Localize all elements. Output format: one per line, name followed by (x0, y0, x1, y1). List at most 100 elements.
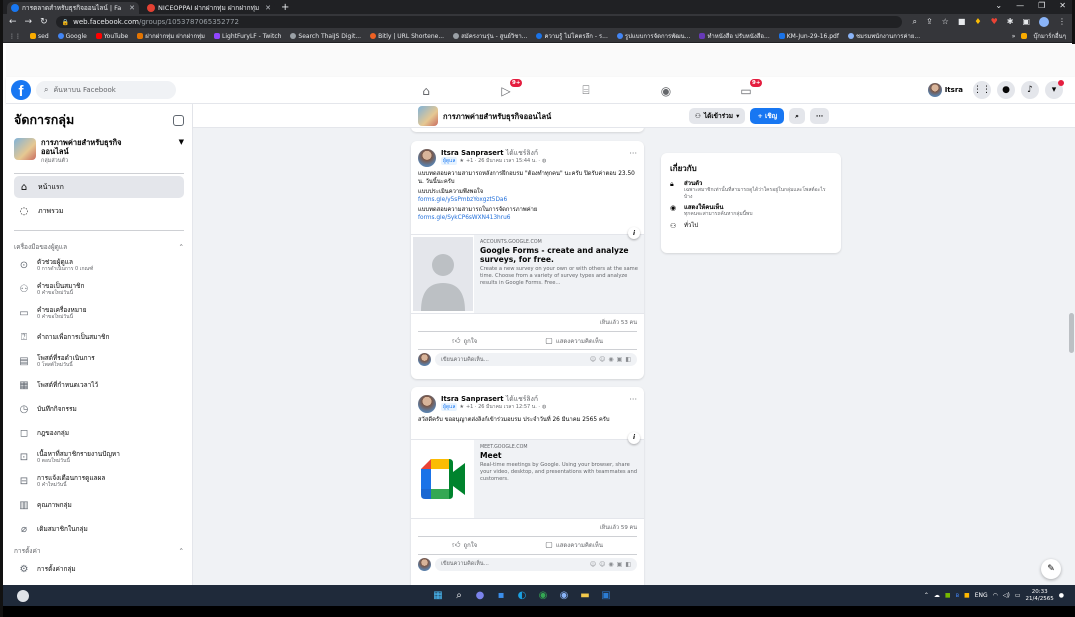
browser-tab-active[interactable]: การตลาดสำหรับธุรกิจออนไลน์ | Fa ✕ (7, 2, 139, 14)
post-timestamp[interactable]: +1 · 26 มีนาคม เวลา 12:57 น. · (466, 403, 540, 411)
post-link[interactable]: forms.gle/y5sPmbzYoxgzt5Da6 (418, 197, 637, 205)
nvidia-icon[interactable]: ■ (945, 592, 951, 599)
new-tab-button[interactable]: + (281, 2, 289, 13)
lock-icon[interactable]: 🔒 (62, 19, 69, 26)
caret-down-icon[interactable]: ▼ (179, 138, 184, 146)
language-indicator[interactable]: ENG (975, 592, 988, 599)
group-thumbnail[interactable] (418, 106, 438, 126)
cloud-icon[interactable]: ☁ (934, 592, 940, 599)
edge-icon[interactable]: ◐ (515, 589, 529, 603)
profile-avatar[interactable] (1039, 17, 1049, 27)
like-button[interactable]: 👍︎ ถูกใจ (452, 336, 477, 346)
bookmark[interactable]: สมัครงานรุ่น - สูนย์วิชา... (453, 31, 527, 41)
sidebar-item-member-reports[interactable]: ⊡ เนื้อหาที่สมาชิกรายงานปัญหา 0 ตอบใหม่วัน… (14, 445, 184, 469)
apps-icon[interactable]: ⋮⋮ (9, 33, 21, 40)
settings-header[interactable]: การตั้งค่า ⌃ (14, 545, 184, 557)
marketplace-tab[interactable]: ⌸ (546, 77, 626, 104)
post-timestamp[interactable]: +1 · 26 มีนาคม เวลา 15:44 น. · (466, 157, 540, 165)
info-icon[interactable]: i (628, 431, 640, 444)
post-author[interactable]: Itsra Sanprasert (441, 149, 504, 157)
browser-tab-inactive[interactable]: NICEOPPAI ฝากฝากทุ่ม ฝากฝากทุ่ม ✕ (143, 2, 275, 14)
sidepanel-icon[interactable]: ▣ (1022, 17, 1030, 27)
chevron-up-icon[interactable]: ⌃ (924, 592, 929, 599)
emoji-icon[interactable]: ☺ (599, 561, 605, 568)
word-icon[interactable]: ▣ (599, 589, 613, 603)
info-icon[interactable]: i (628, 227, 640, 239)
sidebar-item-group-rules[interactable]: ◻ กฎของกลุ่ม (14, 421, 184, 445)
battery-icon[interactable]: ▭ (1015, 592, 1021, 599)
camera-icon[interactable]: ◉ (608, 356, 613, 363)
sidebar-item-group-quality[interactable]: ▥ คุณภาพกลุ่ม (14, 493, 184, 517)
sidebar-item-moderation-alerts[interactable]: ⊟ การแจ้งเตือนการดูแลผล 0 คำใหม่วันนี้ (14, 469, 184, 493)
group-switcher[interactable]: การภาพค่ายสำหรับธุรกิจออนไลน์ กลุ่มส่วนต… (14, 138, 184, 165)
share-icon[interactable]: ⇪ (926, 17, 933, 27)
seen-count[interactable]: เห็นแล้ว 59 คน (411, 519, 644, 536)
extension-icon[interactable]: ■ (958, 17, 966, 27)
group-name[interactable]: การภาพค่ายสำหรับธุรกิจออนไลน์ (443, 111, 551, 123)
sidebar-item-group-settings[interactable]: ⚙ การตั้งค่ากลุ่ม (14, 557, 184, 581)
seen-count[interactable]: เห็นแล้ว 53 คน (411, 314, 644, 331)
bookmark[interactable]: Google (57, 33, 87, 40)
gif-icon[interactable]: ▣ (617, 356, 623, 363)
back-button[interactable]: ← (9, 17, 17, 27)
gaming-tab[interactable]: ▭ 9+ (706, 77, 786, 104)
windows-start-icon[interactable]: ▦ (431, 589, 445, 603)
sidebar-item-grow-group[interactable]: ⌀ เติมสมาชิกในกลุ่ม (14, 517, 184, 541)
comment-button[interactable]: ▢ แสดงความคิดเห็น (545, 336, 603, 346)
close-tab-icon[interactable]: ✕ (129, 4, 135, 12)
tray-app-icon[interactable]: ■ (964, 592, 970, 599)
link-preview[interactable]: ACCOUNTS.GOOGLE.COM Google Forms - creat… (411, 227, 644, 314)
puzzle-extensions-icon[interactable]: ✱ (1007, 17, 1014, 27)
comment-input[interactable]: เขียนความคิดเห็น... ☺ ☺ ◉ ▣ ◧ (435, 557, 637, 571)
tab-search-icon[interactable]: ⌄ (995, 1, 1002, 10)
wifi-icon[interactable]: ◠ (993, 592, 998, 599)
search-group-button[interactable]: ⌕ (789, 108, 805, 124)
bookmark[interactable]: ชมรมพนักงานการค่าย... (847, 31, 920, 41)
admin-badge[interactable]: ผู้ดูแล (441, 157, 458, 165)
sticker-icon[interactable]: ◧ (625, 356, 631, 363)
clock[interactable]: 20:33 21/4/2565 (1026, 589, 1054, 603)
bookmark[interactable]: ทำหนังสือ ปรับหนังสือ... (699, 31, 770, 41)
sidebar-item-scheduled-posts[interactable]: ▦ โพสต์ที่กำหนดเวลาไว้ (14, 373, 184, 397)
author-avatar[interactable] (418, 395, 436, 413)
gif-icon[interactable]: ▣ (617, 561, 623, 568)
extension-icon[interactable]: ♦ (974, 17, 981, 27)
close-window-button[interactable]: ✕ (1059, 1, 1066, 10)
post-more-icon[interactable]: ··· (629, 395, 637, 404)
bookmark[interactable]: sed (30, 33, 49, 40)
facebook-logo[interactable]: f (11, 80, 31, 100)
address-bar[interactable]: 🔒 web.facebook.com /groups/1053787065352… (55, 16, 903, 28)
sidebar-item-overview[interactable]: ◌ ภาพรวม (14, 200, 184, 222)
forward-button[interactable]: → (25, 17, 33, 27)
sidebar-item-badge-requests[interactable]: ▭ คำขอเครื่องหมาย 0 คำขอใหม่วันนี้ (14, 301, 184, 325)
more-options-button[interactable]: ··· (809, 108, 830, 124)
sidebar-item-home[interactable]: ⌂ หน้าแรก (14, 176, 184, 198)
watch-tab[interactable]: ▷ 9+ (466, 77, 546, 104)
maximize-button[interactable]: ❐ (1038, 1, 1045, 10)
zoom-icon[interactable]: ▪ (494, 589, 508, 603)
more-bookmarks-icon[interactable]: » (1012, 33, 1016, 40)
avatar-sticker-icon[interactable]: ☺ (590, 561, 596, 568)
comment-button[interactable]: ▢ แสดงความคิดเห็น (545, 540, 603, 550)
joined-button[interactable]: ⚇ ได้เข้าร่วม ▾ (689, 108, 746, 124)
extension-icon[interactable]: ♥ (991, 17, 998, 27)
file-explorer-icon[interactable]: ▬ (578, 589, 592, 603)
emoji-icon[interactable]: ☺ (599, 356, 605, 363)
invite-button[interactable]: + เชิญ (750, 108, 785, 124)
link-preview[interactable]: MEET.GOOGLE.COM Meet Real-time meetings … (411, 431, 644, 519)
sidebar-item-pending-posts[interactable]: ▤ โพสต์ที่รอดำเนินการ 0 โพสต์ใหม่วันนี้ (14, 349, 184, 373)
search-circle-icon[interactable] (17, 589, 29, 602)
sidebar-item-member-requests[interactable]: ⚇ คำขอเป็นสมาชิก 0 คำขอใหม่วันนี้ (14, 277, 184, 301)
author-avatar[interactable] (418, 149, 436, 167)
profile-button[interactable]: Itsra (927, 83, 963, 97)
sidebar-item-admin-assist[interactable]: ⊙ ตัวช่วยผู้ดูแล 0 การดำเนินการ 0 เกณฑ์ (14, 253, 184, 277)
teams-icon[interactable]: ● (473, 589, 487, 603)
sidebar-item-membership-questions[interactable]: ⍰ คำถามเพื่อการเป็นสมาชิก (14, 325, 184, 349)
chrome-icon[interactable]: ◉ (536, 589, 550, 603)
bookmark[interactable]: Bitly | URL Shortene... (370, 33, 444, 40)
other-bookmarks[interactable]: » บุ๊กมาร์กอื่นๆ (1012, 31, 1066, 41)
volume-icon[interactable]: ◁) (1003, 592, 1010, 599)
post-author[interactable]: Itsra Sanprasert (441, 395, 504, 403)
admin-badge[interactable]: ผู้ดูแล (441, 403, 458, 411)
sticker-icon[interactable]: ◧ (625, 561, 631, 568)
